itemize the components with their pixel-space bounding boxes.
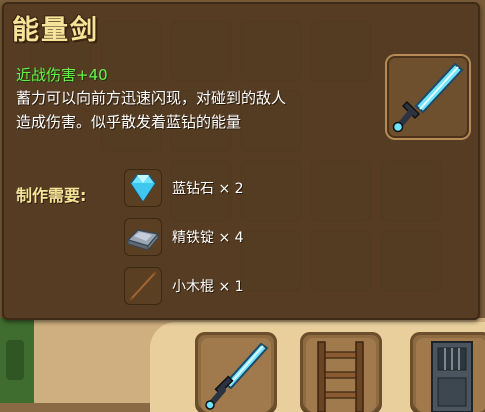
crafting-label: 制作需要: xyxy=(16,186,87,205)
iron-door-icon xyxy=(431,341,473,412)
item-preview-frame xyxy=(385,54,471,140)
material-text: 精铁锭 × 4 xyxy=(172,230,244,246)
item-description: 蓄力可以向前方迅速闪现，对碰到的敌人 造成伤害。似乎散发着蓝钻的能量 xyxy=(16,86,376,134)
material-row: 精铁锭 × 4 xyxy=(124,218,324,256)
material-icon-frame xyxy=(124,267,162,305)
slot-inner xyxy=(306,338,376,412)
material-icon-frame xyxy=(124,169,162,207)
energy-sword-icon xyxy=(205,342,269,410)
item-tooltip: 能量剑 近战伤害+40 蓄力可以向前方迅速闪现，对碰到的敌人 造成伤害。似乎散发… xyxy=(2,2,480,320)
grass-block xyxy=(0,318,34,403)
slot-inner xyxy=(201,338,271,412)
item-description-line: 造成伤害。似乎散发着蓝钻的能量 xyxy=(16,113,242,131)
energy-sword-icon xyxy=(392,62,464,133)
material-row: 小木棍 × 1 xyxy=(124,267,324,305)
hotbar-slot-iron-door[interactable] xyxy=(410,332,485,412)
refined-iron-ingot-icon xyxy=(126,229,160,252)
wooden-ladder-icon xyxy=(317,341,364,412)
item-title: 能量剑 xyxy=(12,15,99,46)
hotbar-slot-sword[interactable] xyxy=(195,332,277,412)
material-text: 蓝钻石 × 2 xyxy=(172,181,244,197)
material-row: 蓝钻石 × 2 xyxy=(124,169,324,207)
blue-diamond-icon xyxy=(130,174,156,203)
small-wooden-stick-icon xyxy=(129,271,157,301)
material-text: 小木棍 × 1 xyxy=(172,279,244,295)
item-description-line: 蓄力可以向前方迅速闪现，对碰到的敌人 xyxy=(16,89,287,107)
slot-inner xyxy=(416,338,485,412)
hotbar-slot-ladder[interactable] xyxy=(300,332,382,412)
item-stat: 近战伤害+40 xyxy=(16,66,108,84)
material-icon-frame xyxy=(124,218,162,256)
